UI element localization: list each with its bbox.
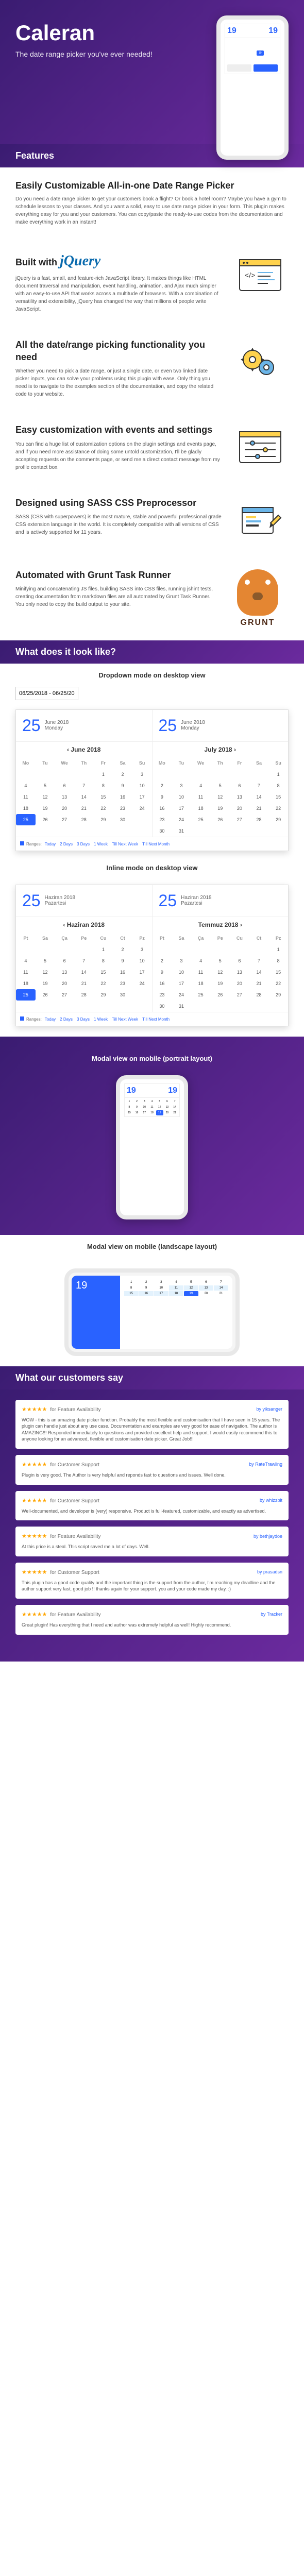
feature-title: Easy customization with events and setti…	[15, 424, 222, 436]
feature-jquery: </> Built with jQuery jQuery is a fast, …	[0, 239, 304, 326]
review-card: ★★★★★for Customer Supportby whizzbitWell…	[15, 1491, 289, 1521]
star-icon: ★★★★★	[22, 1533, 47, 1539]
feature-title: All the date/range picking functionality…	[15, 339, 222, 363]
demo-inline-title: Inline mode on desktop view	[0, 856, 304, 879]
prev-icon[interactable]: ‹	[67, 746, 69, 753]
feature-body: You can find a huge list of customizatio…	[15, 440, 222, 471]
feature-title: Designed using SASS CSS Preprocessor	[15, 497, 222, 509]
feature-body: Do you need a date range picker to get y…	[15, 195, 289, 226]
code-icon: </>	[232, 252, 289, 298]
star-icon: ★★★★★	[22, 1569, 47, 1575]
feature-body: jQuery is a fast, small, and feature-ric…	[15, 275, 222, 313]
feature-title: Easily Customizable All-in-one Date Rang…	[15, 180, 289, 191]
phone-landscape: 19 1234567 891011121314 15161718192021	[64, 1268, 240, 1356]
jquery-logo: jQuery	[60, 253, 100, 269]
feature-body: Whether you need to pick a date range, o…	[15, 367, 222, 398]
calendar-dropdown[interactable]: 25June 2018Monday 25June 2018Monday ‹ Ju…	[15, 709, 289, 851]
hero: Caleran The date range picker you've eve…	[0, 0, 304, 144]
phone-portrait: 1919 1234567 891011121314 15161718192021	[116, 1075, 188, 1219]
feature-customizable: Easily Customizable All-in-one Date Rang…	[0, 167, 304, 239]
sliders-icon	[232, 424, 289, 470]
ranges-footer: Ranges:Today2 Days3 Days1 WeekTill Next …	[16, 837, 288, 851]
star-icon: ★★★★★	[22, 1462, 47, 1468]
feature-body: SASS (CSS with superpowers) is the most …	[15, 513, 222, 536]
next-icon[interactable]: ›	[240, 921, 242, 928]
demo-dropdown-title: Dropdown mode on desktop view	[0, 664, 304, 687]
calendar-inline[interactable]: 25Haziran 2018Pazartesi 25Haziran 2018Pa…	[15, 885, 289, 1026]
star-icon: ★★★★★	[22, 1498, 47, 1504]
brush-icon	[232, 497, 289, 544]
demo-landscape-title: Modal view on mobile (landscape layout)	[0, 1235, 304, 1258]
customers-header: What our customers say	[0, 1366, 304, 1389]
next-icon[interactable]: ›	[234, 746, 236, 753]
reviews: ★★★★★for Feature Availabilityby yiksange…	[0, 1389, 304, 1662]
review-card: ★★★★★for Customer Supportby prasadsnThis…	[15, 1563, 289, 1599]
star-icon: ★★★★★	[22, 1406, 47, 1413]
review-card: ★★★★★for Feature Availabilityby TrackerG…	[15, 1605, 289, 1635]
grunt-logo: GRUNT	[227, 569, 289, 628]
gears-icon	[232, 339, 289, 385]
feature-body: Minifying and concatenating JS files, bu…	[15, 585, 216, 608]
prev-icon[interactable]: ‹	[63, 921, 65, 928]
review-card: ★★★★★for Customer Supportby RateTrawling…	[15, 1455, 289, 1485]
date-input[interactable]: 06/25/2018 - 06/25/20	[15, 687, 78, 700]
demo-portrait-title: Modal view on mobile (portrait layout)	[0, 1047, 304, 1070]
star-icon: ★★★★★	[22, 1612, 47, 1618]
phone-mockup: 1919 1234567 891011121314 15161718192021…	[216, 15, 289, 160]
feature-grunt: GRUNT Automated with Grunt Task Runner M…	[0, 556, 304, 640]
feature-title: Built with jQuery	[15, 252, 222, 270]
review-card: ★★★★★for Feature Availabilityby yiksange…	[15, 1400, 289, 1449]
review-card: ★★★★★for Feature Availabilityby bethjayd…	[15, 1527, 289, 1556]
looklike-header: What does it look like?	[0, 640, 304, 664]
feature-functionality: All the date/range picking functionality…	[0, 326, 304, 411]
ranges-footer: Ranges:Today2 Days3 Days1 WeekTill Next …	[16, 1012, 288, 1026]
feature-title: Automated with Grunt Task Runner	[15, 569, 216, 581]
feature-sass: Designed using SASS CSS Preprocessor SAS…	[0, 484, 304, 556]
feature-events: Easy customization with events and setti…	[0, 411, 304, 484]
svg-text:</>: </>	[245, 271, 255, 279]
